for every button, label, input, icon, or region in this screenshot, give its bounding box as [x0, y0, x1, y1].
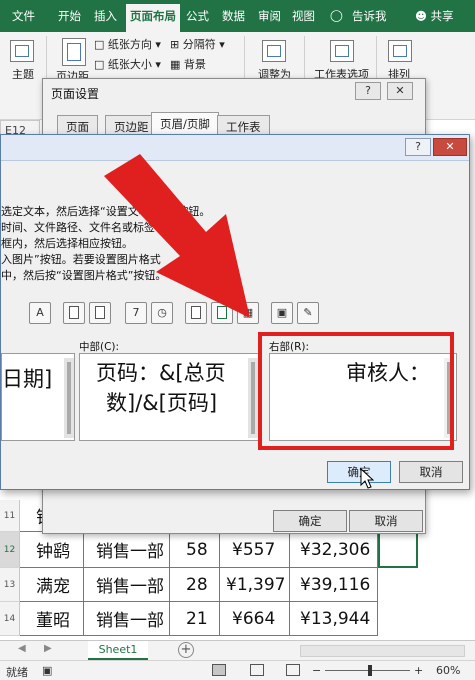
- mouse-cursor-icon: [360, 468, 375, 489]
- red-pointer-arrow: [104, 154, 250, 318]
